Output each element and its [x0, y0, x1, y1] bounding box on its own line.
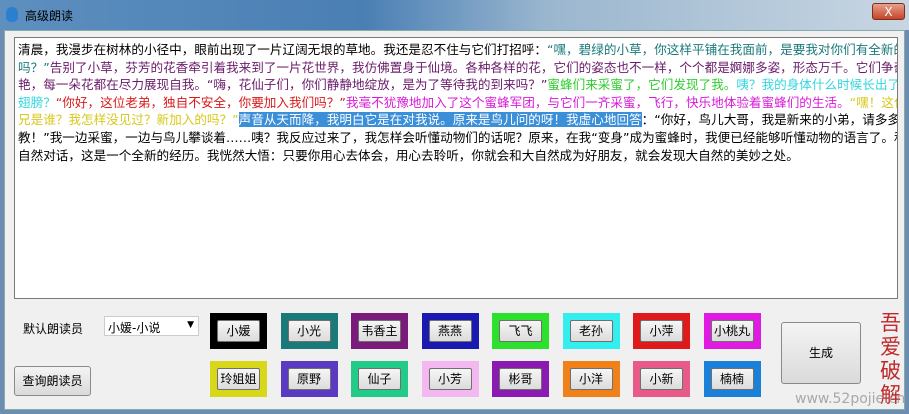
- selected-text: 声音从天而降，我明白它是在对我说。原来是鸟儿问的呀！我虚心地回答: [238, 112, 642, 128]
- reader-button-label: 小洋: [569, 368, 613, 390]
- text-segment: 我毫不犹豫地加入了这个蜜蜂军团，与它们一齐采蜜，飞行，快乐地体验着蜜蜂们的生活。: [345, 94, 850, 110]
- window-title: 高级朗读: [25, 9, 74, 23]
- text-line: 翅膀？“你好，这位老弟，独自不安全，你要加入我们吗？”我毫不犹豫地加入了这个蜜蜂…: [18, 94, 897, 112]
- reader-button-label: 小光: [287, 320, 331, 342]
- title-bar: 高级朗读 X: [0, 0, 909, 30]
- text-input-area[interactable]: 清晨，我漫步在树林的小径中，眼前出现了一片辽阔无垠的草地。我还是忍不住与它们打招…: [14, 37, 898, 299]
- reader-button[interactable]: 小桃丸: [703, 313, 761, 349]
- reader-button-label: 小芳: [428, 368, 472, 390]
- reader-button[interactable]: 飞飞: [492, 313, 549, 349]
- reader-button-label: 燕燕: [428, 320, 472, 342]
- text-line: 教！”我一边采蜜，一边与鸟儿攀谈着……咦？我反应过来了，我怎样会听懂动物们的话呢…: [18, 129, 897, 147]
- generate-button[interactable]: 生成: [781, 322, 861, 384]
- text-segment: 艳，每一朵花都在尽力展现自我。“嗨，花仙子们，你们静静地绽放，是为了等待我的到来…: [18, 77, 548, 93]
- reader-button[interactable]: 燕燕: [421, 313, 479, 349]
- reader-button[interactable]: 小萍: [633, 313, 690, 349]
- reader-button-label: 小媛: [217, 320, 260, 342]
- reader-button[interactable]: 玲姐姐: [210, 361, 267, 397]
- text-segment: “嘿！这位仁: [849, 94, 897, 110]
- reader-button-label: 楠楠: [710, 368, 754, 390]
- default-reader-select[interactable]: 小媛-小说 ▼: [104, 316, 199, 336]
- text-line: 兄是谁？我怎样没见过？新加入的吗？”声音从天而降，我明白它是在对我说。原来是鸟儿…: [18, 111, 897, 129]
- text-segment: 咦？我的身体什么时候长出了刺和: [736, 77, 898, 93]
- reader-button[interactable]: 小芳: [421, 361, 479, 397]
- reader-button[interactable]: 韦香主: [351, 313, 408, 349]
- text-segment: 清晨，我漫步在树林的小径中，眼前出现了一片辽阔无垠的草地。我还是忍不住与它们打招…: [18, 42, 547, 57]
- text-segment: 吗？”: [18, 59, 50, 75]
- reader-button-label: 原野: [287, 368, 331, 390]
- reader-button[interactable]: 小新: [633, 361, 690, 397]
- app-icon: [6, 7, 18, 22]
- reader-button-label: 彬哥: [499, 368, 542, 390]
- text-segment: 教！”我一边采蜜，一边与鸟儿攀谈着……咦？我反应过来了，我怎样会听懂动物们的话呢…: [18, 129, 898, 145]
- reader-button-label: 韦香主: [358, 320, 401, 342]
- text-segment: 翅膀？: [18, 94, 56, 110]
- text-line: 吗？”告别了小草，芬芳的花香牵引着我来到了一片花世界，我仿佛置身于仙境。各种各样…: [18, 59, 897, 77]
- text-line: 艳，每一朵花都在尽力展现自我。“嗨，花仙子们，你们静静地绽放，是为了等待我的到来…: [18, 76, 897, 94]
- reader-button[interactable]: 彬哥: [492, 361, 549, 397]
- text-segment: ：“你好，鸟儿大哥，我是新来的小弟，请多多指: [641, 112, 898, 128]
- reader-button[interactable]: 原野: [280, 361, 338, 397]
- default-reader-label: 默认朗读员: [23, 322, 84, 336]
- text-segment: 自然对话，这是一个全新的经历。我恍然大悟：只要你用心去体会，用心去聆听，你就会和…: [18, 147, 799, 163]
- reader-button-label: 仙子: [358, 368, 401, 390]
- reader-button[interactable]: 小光: [280, 313, 338, 349]
- chevron-down-icon: ▼: [187, 320, 194, 330]
- reader-button[interactable]: 楠楠: [703, 361, 761, 397]
- reader-button[interactable]: 小洋: [562, 361, 620, 397]
- query-reader-button[interactable]: 查询朗读员: [14, 366, 91, 396]
- reader-button[interactable]: 小媛: [210, 313, 267, 349]
- text-line: 清晨，我漫步在树林的小径中，眼前出现了一片辽阔无垠的草地。我还是忍不住与它们打招…: [18, 41, 897, 59]
- text-segment: 兄是谁？我怎样没见过？新加入的吗？”: [18, 112, 239, 128]
- close-button[interactable]: X: [872, 3, 905, 20]
- reader-button-label: 飞飞: [499, 320, 542, 342]
- text-segment: 告别了小草，芬芳的花香牵引着我来到了一片花世界，我仿佛置身于仙境。各种各样的花，…: [49, 59, 898, 75]
- text-line: 自然对话，这是一个全新的经历。我恍然大悟：只要你用心去体会，用心去聆听，你就会和…: [18, 147, 894, 165]
- reader-button-label: 老孙: [569, 320, 613, 342]
- default-reader-value: 小媛-小说: [108, 321, 161, 335]
- reader-button-label: 小萍: [640, 320, 683, 342]
- watermark-url: www.52pojie.cn: [795, 391, 906, 407]
- reader-button-label: 玲姐姐: [217, 368, 260, 390]
- text-segment: 蜜蜂们来采蜜了，它们发现了我。: [547, 77, 737, 93]
- reader-button[interactable]: 老孙: [562, 313, 620, 349]
- text-segment: “嘿，碧绿的小草，你这样平铺在我面前，是要我对你们有全新的看法: [546, 42, 898, 57]
- reader-button[interactable]: 仙子: [351, 361, 408, 397]
- text-segment: “你好，这位老弟，独自不安全，你要加入我们吗？”: [55, 94, 346, 110]
- reader-button-label: 小桃丸: [710, 320, 754, 342]
- window-client: 清晨，我漫步在树林的小径中，眼前出现了一片辽阔无垠的草地。我还是忍不住与它们打招…: [4, 30, 905, 410]
- reader-button-label: 小新: [640, 368, 683, 390]
